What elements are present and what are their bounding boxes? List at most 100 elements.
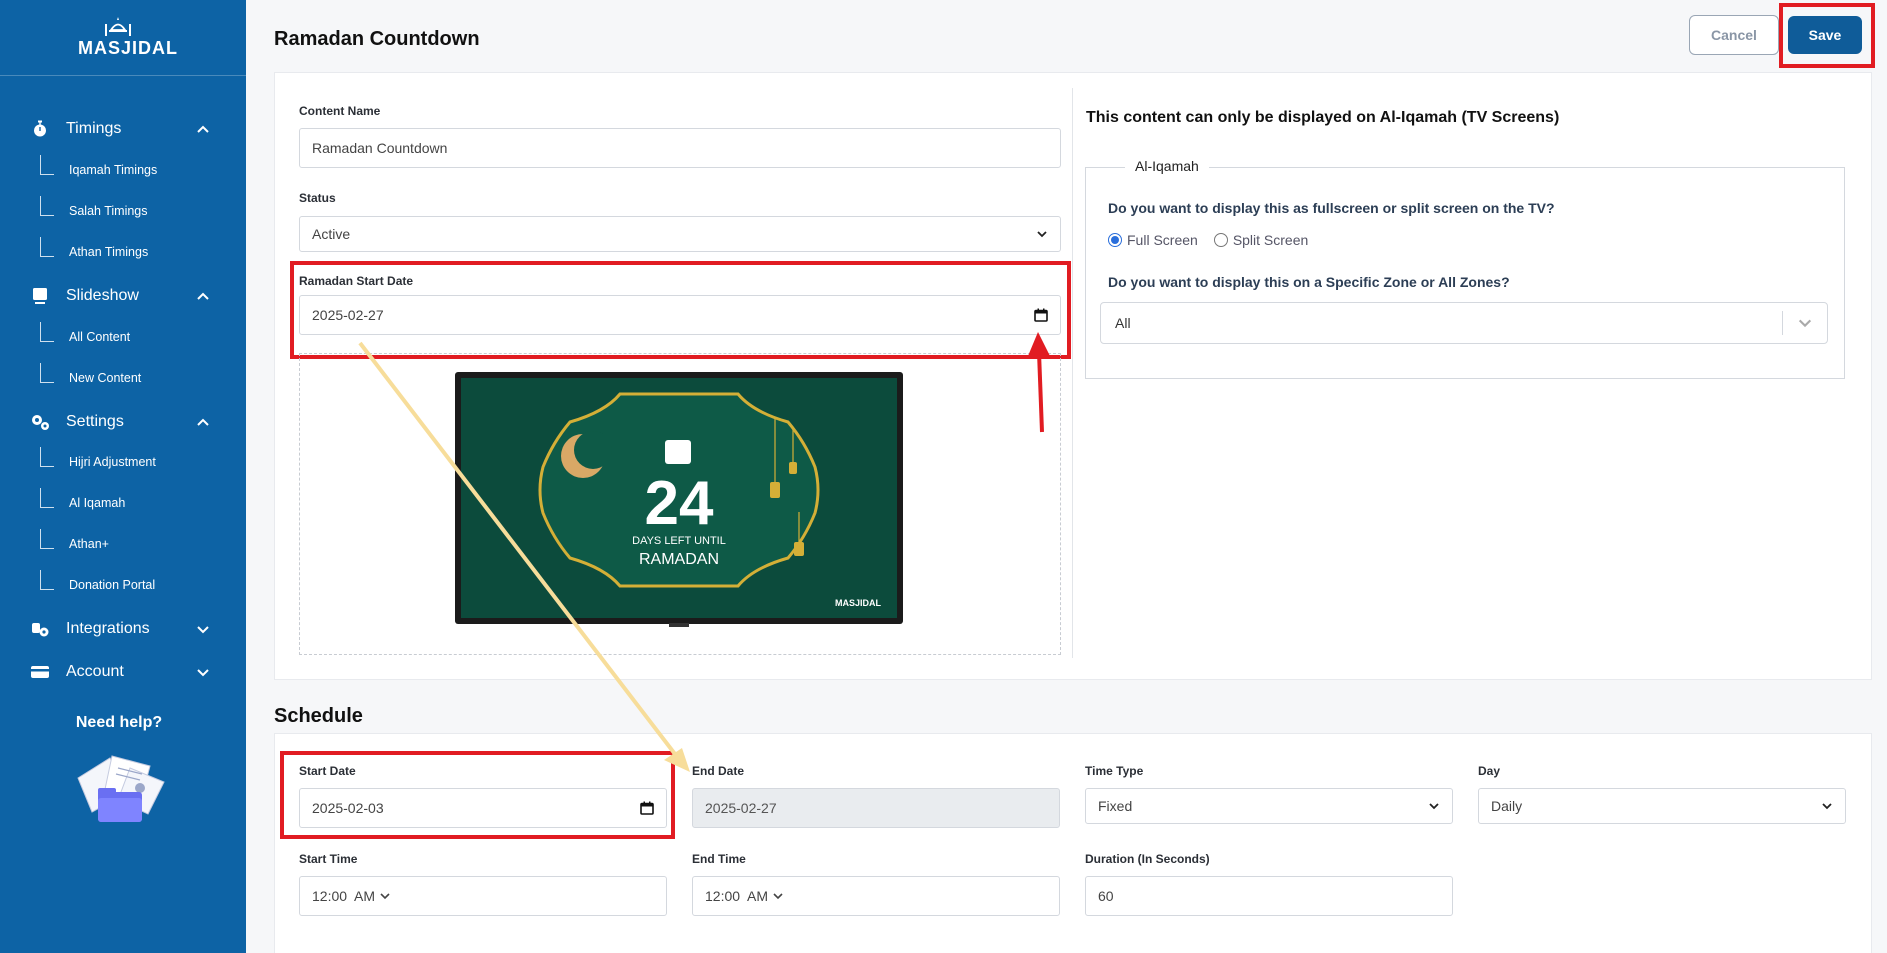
credit-card-icon [30, 662, 50, 682]
sidebar: MASJIDAL Timings Iqamah Timings Salah Ti… [0, 0, 246, 953]
chevron-down-icon [1429, 803, 1439, 810]
sidebar-divider [0, 75, 246, 76]
sidebar-item-label: Hijri Adjustment [69, 455, 156, 469]
preview-ramadan-text: RAMADAN [639, 551, 719, 568]
mosque-logo-icon [105, 17, 131, 36]
end-time-value: 12:00 AM [705, 888, 769, 904]
start-time-input[interactable]: 12:00 AM [299, 876, 667, 916]
tree-line [40, 363, 54, 383]
sidebar-section-settings[interactable]: Settings [30, 410, 210, 434]
sidebar-item-label: Athan+ [69, 537, 109, 551]
sidebar-item-all-content[interactable]: All Content [40, 322, 131, 347]
tree-line [40, 570, 54, 590]
tree-line [40, 196, 54, 216]
sidebar-item-new-content[interactable]: New Content [40, 363, 142, 388]
need-help-label[interactable]: Need help? [0, 714, 238, 732]
sidebar-item-salah-timings[interactable]: Salah Timings [40, 196, 148, 221]
sidebar-item-label: All Content [69, 330, 131, 344]
full-screen-label[interactable]: Full Screen [1127, 232, 1198, 248]
gears-icon [30, 412, 50, 432]
cancel-button[interactable]: Cancel [1689, 15, 1779, 55]
content-name-value: Ramadan Countdown [312, 140, 448, 156]
start-time-value: 12:00 AM [312, 888, 376, 904]
duration-label: Duration (In Seconds) [1085, 852, 1210, 866]
integrations-icon [30, 619, 50, 639]
tree-line [40, 447, 54, 467]
end-date-value: 2025-02-27 [705, 800, 777, 816]
content-name-label: Content Name [299, 104, 381, 118]
chevron-down-icon [197, 669, 209, 677]
al-iqamah-fieldset [1085, 167, 1845, 379]
start-date-value: 2025-02-03 [312, 800, 384, 816]
start-time-label: Start Time [299, 852, 358, 866]
sidebar-item-label: Al Iqamah [69, 496, 126, 510]
time-type-label: Time Type [1085, 764, 1144, 778]
sidebar-item-iqamah-timings[interactable]: Iqamah Timings [40, 155, 158, 180]
status-select[interactable]: Active [299, 216, 1061, 252]
display-restriction-title: This content can only be displayed on Al… [1086, 109, 1560, 126]
zone-separator [1782, 311, 1783, 335]
chevron-down-icon [197, 626, 209, 634]
end-time-input[interactable]: 12:00 AM [692, 876, 1060, 916]
chevron-up-icon [197, 418, 209, 426]
sidebar-section-label: Account [66, 663, 124, 680]
end-time-label: End Time [692, 852, 746, 866]
zone-question: Do you want to display this on a Specifi… [1108, 274, 1510, 290]
split-screen-label[interactable]: Split Screen [1233, 232, 1308, 248]
sidebar-section-slideshow[interactable]: Slideshow [30, 284, 210, 308]
tree-line [40, 322, 54, 342]
page-title: Ramadan Countdown [274, 28, 480, 50]
sidebar-section-timings[interactable]: Timings [30, 117, 210, 141]
sidebar-section-label: Settings [66, 413, 124, 430]
sidebar-item-donation-portal[interactable]: Donation Portal [40, 570, 156, 595]
schedule-card [274, 733, 1872, 953]
sidebar-item-hijri-adjustment[interactable]: Hijri Adjustment [40, 447, 156, 472]
tree-line [40, 488, 54, 508]
start-date-input[interactable]: 2025-02-03 [299, 788, 667, 828]
slideshow-icon [30, 286, 50, 306]
sidebar-section-integrations[interactable]: Integrations [30, 617, 210, 641]
sidebar-item-al-iqamah[interactable]: Al Iqamah [40, 488, 126, 513]
schedule-title: Schedule [274, 705, 363, 727]
day-value: Daily [1491, 798, 1523, 814]
tv-preview-image: 24 DAYS LEFT UNTIL RAMADAN MASJIDAL [455, 372, 903, 627]
sidebar-item-label: Athan Timings [69, 245, 149, 259]
day-label: Day [1478, 764, 1501, 778]
sidebar-item-label: Iqamah Timings [69, 163, 158, 177]
sidebar-item-athan-plus[interactable]: Athan+ [40, 529, 109, 554]
sidebar-item-label: New Content [69, 371, 142, 385]
time-type-select[interactable]: Fixed [1085, 788, 1453, 824]
split-screen-radio[interactable] [1213, 233, 1228, 247]
duration-input[interactable]: 60 [1085, 876, 1453, 916]
day-select[interactable]: Daily [1478, 788, 1846, 824]
masjidal-logo[interactable]: MASJIDAL [78, 16, 179, 70]
start-date-label: Start Date [299, 764, 356, 778]
sidebar-item-athan-timings[interactable]: Athan Timings [40, 237, 149, 262]
logo-text: MASJIDAL [78, 38, 179, 58]
zone-select[interactable]: All [1100, 302, 1828, 344]
sidebar-section-account[interactable]: Account [30, 660, 210, 684]
full-screen-radio[interactable] [1108, 233, 1122, 247]
help-folder-illustration-icon[interactable] [70, 748, 170, 828]
status-label: Status [299, 191, 336, 205]
chevron-down-icon [380, 893, 390, 900]
ramadan-start-date-label: Ramadan Start Date [299, 274, 414, 288]
chevron-up-icon [197, 125, 209, 133]
tree-line [40, 155, 54, 175]
sidebar-item-label: Donation Portal [69, 578, 156, 592]
content-name-input[interactable]: Ramadan Countdown [299, 128, 1061, 168]
chevron-down-icon [1822, 803, 1832, 810]
screen-mode-options: Full Screen Split Screen [1108, 232, 1324, 248]
end-date-input: 2025-02-27 [692, 788, 1060, 828]
calendar-icon[interactable] [640, 801, 654, 815]
status-value: Active [312, 226, 351, 242]
ramadan-start-date-input[interactable]: 2025-02-27 [299, 295, 1061, 335]
ramadan-start-date-value: 2025-02-27 [312, 307, 384, 323]
duration-value: 60 [1098, 888, 1114, 904]
tree-line [40, 529, 54, 549]
save-button[interactable]: Save [1788, 16, 1862, 54]
column-divider [1072, 88, 1073, 658]
tree-line [40, 237, 54, 257]
chevron-down-icon [1037, 231, 1047, 238]
calendar-icon[interactable] [1034, 308, 1048, 322]
